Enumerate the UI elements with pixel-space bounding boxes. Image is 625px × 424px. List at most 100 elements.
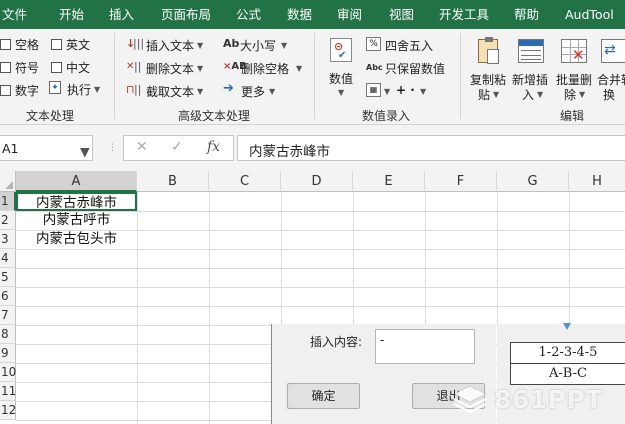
delete-text-label: 删除文本 bbox=[146, 62, 195, 76]
cell-a1[interactable]: 内蒙古赤峰市 bbox=[16, 192, 137, 211]
chevron-down-icon: ▼ bbox=[296, 64, 303, 73]
english-checkbox[interactable] bbox=[51, 39, 62, 50]
extract-text-button[interactable]: ⊓ || 截取文本 ▼ bbox=[126, 83, 206, 100]
number-label: 数字 bbox=[15, 84, 40, 98]
insert-rows-icon bbox=[518, 39, 544, 63]
case-label: 大小写 bbox=[240, 39, 277, 53]
delete-text-button[interactable]: ✕ || 删除文本 ▼ bbox=[126, 60, 206, 77]
cell-a2[interactable]: 内蒙古呼市 bbox=[16, 211, 137, 230]
pointer-icon bbox=[563, 323, 571, 330]
tab-formulas[interactable]: 公式 bbox=[236, 0, 261, 29]
column-header-e[interactable]: E bbox=[353, 171, 425, 192]
row-header-12[interactable]: 12 bbox=[0, 401, 16, 420]
chevron-down-icon[interactable]: ▼ bbox=[80, 144, 90, 159]
delete-space-button[interactable]: ×AB 删除空格 ▼ bbox=[223, 60, 305, 76]
insert-text-label: 插入文本 bbox=[146, 39, 195, 53]
chinese-label: 中文 bbox=[66, 61, 91, 75]
grid-line bbox=[16, 306, 625, 307]
clipboard-icon bbox=[478, 37, 499, 64]
column-header-b[interactable]: B bbox=[137, 171, 209, 192]
group-separator bbox=[460, 33, 461, 119]
space-checkbox[interactable] bbox=[0, 39, 11, 50]
keep-number-button[interactable]: Abc 只保留数值 bbox=[366, 60, 452, 76]
row-header-10[interactable]: 10 bbox=[0, 363, 16, 382]
name-box[interactable]: A1 ▼ bbox=[0, 135, 93, 161]
chevron-down-icon: ▼ bbox=[281, 41, 288, 50]
row-header-6[interactable]: 6 bbox=[0, 287, 16, 306]
row-header-4[interactable]: 4 bbox=[0, 249, 16, 268]
group-label-advanced-text: 高级文本处理 bbox=[178, 109, 251, 123]
enter-icon[interactable]: ✓ bbox=[171, 139, 183, 155]
more-label: 更多 bbox=[241, 85, 266, 99]
tab-review[interactable]: 审阅 bbox=[337, 0, 362, 29]
number-format-icon: ⊝ ✔ bbox=[330, 38, 352, 62]
insert-function-icon[interactable]: fx bbox=[207, 139, 220, 155]
tab-developer[interactable]: 开发工具 bbox=[439, 0, 489, 29]
batch-delete-button[interactable]: ✕ 批量删 除 ▼ bbox=[555, 36, 595, 102]
select-all-corner[interactable] bbox=[0, 171, 16, 192]
tab-page-layout[interactable]: 页面布局 bbox=[161, 0, 211, 29]
column-header-a[interactable]: A bbox=[16, 171, 137, 192]
tab-help[interactable]: 帮助 bbox=[514, 0, 539, 29]
arrow-right-icon: ➔ bbox=[223, 81, 234, 96]
column-header-g[interactable]: G bbox=[497, 171, 569, 192]
insert-content-input[interactable]: - bbox=[375, 329, 475, 364]
grid-line bbox=[16, 249, 625, 250]
row-header-5[interactable]: 5 bbox=[0, 268, 16, 287]
calc-button[interactable]: ▦ ▼ + · ▼ bbox=[366, 83, 426, 99]
case-icon: Ab bbox=[223, 37, 240, 50]
row-header-1[interactable]: 1 bbox=[0, 192, 16, 211]
ok-button[interactable]: 确定 bbox=[287, 383, 360, 409]
tab-view[interactable]: 视图 bbox=[389, 0, 414, 29]
more-button[interactable]: ➔ 更多 ▼ bbox=[223, 81, 279, 99]
abc-icon: Abc bbox=[366, 63, 383, 72]
name-box-value: A1 bbox=[2, 141, 19, 156]
space-label: 空格 bbox=[15, 38, 40, 52]
calc-icon: ▦ bbox=[366, 83, 381, 97]
chevron-down-icon: ▼ bbox=[197, 87, 204, 96]
cancel-icon[interactable]: ✕ bbox=[136, 139, 148, 155]
tab-home[interactable]: 开始 bbox=[59, 0, 84, 29]
row-header-9[interactable]: 9 bbox=[0, 344, 16, 363]
row-header-11[interactable]: 11 bbox=[0, 382, 16, 401]
chevron-down-icon: ▼ bbox=[579, 90, 586, 99]
merge-convert-button[interactable]: ⇄ 合并转 换 bbox=[597, 36, 625, 102]
tab-audtool[interactable]: AudTool bbox=[565, 0, 614, 29]
symbol-checkbox[interactable] bbox=[0, 62, 11, 73]
column-header-d[interactable]: D bbox=[281, 171, 353, 192]
round-button[interactable]: % 四舍五入 bbox=[366, 37, 438, 53]
new-insert-label-2: 入 bbox=[522, 88, 535, 102]
grid-line bbox=[137, 192, 138, 424]
row-header-8[interactable]: 8 bbox=[0, 325, 16, 344]
number-button[interactable]: ⊝ ✔ 数值 ▼ bbox=[325, 36, 357, 98]
copy-paste-button[interactable]: 复制粘 贴 ▼ bbox=[469, 36, 509, 102]
chinese-checkbox[interactable] bbox=[51, 62, 62, 73]
grid-line bbox=[16, 268, 625, 269]
execute-label: 执行 bbox=[67, 83, 92, 97]
tab-insert[interactable]: 插入 bbox=[109, 0, 134, 29]
round-icon: % bbox=[366, 37, 381, 51]
symbol-label: 符号 bbox=[15, 61, 40, 75]
execute-button[interactable]: ✦ 执行 ▼ bbox=[49, 80, 104, 98]
column-header-f[interactable]: F bbox=[425, 171, 497, 192]
watermark-logo-icon bbox=[453, 385, 487, 414]
tab-file[interactable]: 文件 bbox=[2, 0, 27, 29]
tab-data[interactable]: 数据 bbox=[287, 0, 312, 29]
drag-handle-icon[interactable]: ⋮ bbox=[108, 143, 117, 153]
group-separator bbox=[114, 33, 115, 119]
row-header-3[interactable]: 3 bbox=[0, 230, 16, 249]
column-header-c[interactable]: C bbox=[209, 171, 281, 192]
new-insert-button[interactable]: 新增插 入 ▼ bbox=[511, 36, 553, 102]
number-checkbox[interactable] bbox=[0, 85, 11, 96]
bars-icon: ||| bbox=[133, 37, 145, 50]
formula-input[interactable]: 内蒙古赤峰市 bbox=[237, 135, 625, 161]
case-button[interactable]: Ab 大小写 ▼ bbox=[223, 37, 291, 54]
row-header-7[interactable]: 7 bbox=[0, 306, 16, 325]
merge-icon: ⇄ bbox=[601, 39, 625, 63]
row-header-2[interactable]: 2 bbox=[0, 211, 16, 230]
grid-line bbox=[16, 287, 625, 288]
column-header-h[interactable]: H bbox=[569, 171, 625, 192]
insert-text-button[interactable]: ↓ ||| 插入文本 ▼ bbox=[126, 37, 206, 54]
cell-a3[interactable]: 内蒙古包头市 bbox=[16, 230, 137, 249]
preview-example-2: A-B-C bbox=[510, 363, 625, 385]
